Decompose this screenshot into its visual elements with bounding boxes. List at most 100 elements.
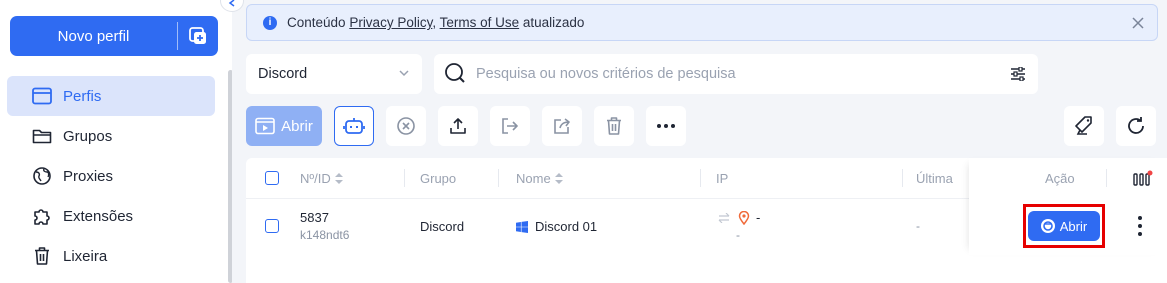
sidebar-nav: Perfis Grupos Proxies Extensões Lixeira xyxy=(7,76,215,276)
row-number: 5837 xyxy=(300,210,329,225)
close-profiles-button[interactable] xyxy=(386,106,426,146)
browser-logo-icon xyxy=(1040,219,1055,233)
row-ip-value: - xyxy=(756,210,761,225)
upload-button[interactable] xyxy=(438,106,478,146)
new-profile-button[interactable]: Novo perfil xyxy=(10,16,177,56)
close-icon[interactable] xyxy=(1129,14,1147,32)
search-bar xyxy=(434,54,1038,94)
sort-icon xyxy=(554,172,563,184)
search-icon xyxy=(444,62,466,87)
header-group-label: Grupo xyxy=(420,170,457,186)
windows-icon xyxy=(516,220,528,233)
row-name-label: Discord 01 xyxy=(535,219,598,234)
folder-icon xyxy=(31,125,53,147)
sidebar-item-perfis[interactable]: Perfis xyxy=(7,76,215,116)
notice-comma: , xyxy=(432,15,440,30)
row-last-opened: - xyxy=(916,219,920,233)
header-name[interactable]: Nome xyxy=(516,158,563,198)
add-square-icon xyxy=(189,27,206,44)
trash-icon xyxy=(31,245,53,267)
sidebar-item-label: Extensões xyxy=(63,207,134,225)
row-checkbox[interactable] xyxy=(265,219,279,233)
sidebar-item-label: Lixeira xyxy=(63,247,108,265)
header-action: Ação xyxy=(1045,158,1075,198)
column-divider xyxy=(1106,169,1107,187)
move-in-icon xyxy=(502,118,518,134)
tags-button[interactable] xyxy=(1064,106,1104,146)
move-to-group-button[interactable] xyxy=(490,106,530,146)
automation-robot-button[interactable] xyxy=(334,106,374,146)
terms-of-use-link[interactable]: Terms of Use xyxy=(440,15,520,30)
share-icon xyxy=(554,118,570,134)
header-action-label: Ação xyxy=(1045,170,1075,186)
delete-button[interactable] xyxy=(594,106,634,146)
sidebar-item-lixeira[interactable]: Lixeira xyxy=(7,236,215,276)
open-profiles-button[interactable]: Abrir xyxy=(246,106,322,146)
row-ip-sub: - xyxy=(736,228,740,242)
refresh-button[interactable] xyxy=(1116,106,1156,146)
play-window-icon xyxy=(255,117,275,135)
sidebar-item-proxies[interactable]: Proxies xyxy=(7,156,215,196)
more-actions-button[interactable] xyxy=(646,106,686,146)
open-profile-label: Abrir xyxy=(1059,218,1088,234)
main-area: i Conteúdo Privacy Policy, Terms of Use … xyxy=(220,0,1167,283)
update-notice-banner: i Conteúdo Privacy Policy, Terms of Use … xyxy=(246,4,1158,41)
tag-icon xyxy=(1075,116,1092,135)
chevron-left-icon xyxy=(228,0,235,7)
header-id-label: Nº/ID xyxy=(300,170,331,186)
header-name-label: Nome xyxy=(516,170,551,186)
upload-icon xyxy=(450,118,466,134)
search-input[interactable] xyxy=(476,66,998,82)
trash-icon xyxy=(607,117,621,135)
column-divider xyxy=(404,169,405,187)
column-divider xyxy=(902,169,903,187)
action-column: Ação Abrir xyxy=(969,158,1167,255)
more-horizontal-icon xyxy=(657,124,675,128)
group-select-value: Discord xyxy=(258,66,308,82)
column-settings-icon[interactable] xyxy=(1133,170,1153,186)
refresh-icon xyxy=(1128,117,1144,134)
notice-suffix: atualizado xyxy=(519,15,585,30)
filter-settings-icon[interactable] xyxy=(998,54,1038,94)
new-profile-button-group: Novo perfil xyxy=(10,16,218,56)
open-profiles-label: Abrir xyxy=(281,117,313,135)
location-pin-icon xyxy=(738,210,750,225)
sort-icon xyxy=(334,172,343,184)
column-divider xyxy=(498,169,499,187)
sidebar: Novo perfil Perfis Grupos Proxies Extens… xyxy=(0,0,233,283)
sidebar-item-label: Perfis xyxy=(63,87,102,105)
notice-text: Conteúdo Privacy Policy, Terms of Use at… xyxy=(287,15,584,30)
column-divider xyxy=(700,169,701,187)
header-group: Grupo xyxy=(420,158,456,198)
select-all-checkbox[interactable] xyxy=(265,171,279,185)
open-profile-button[interactable]: Abrir xyxy=(1028,211,1100,241)
share-button[interactable] xyxy=(542,106,582,146)
puzzle-icon xyxy=(31,205,53,227)
row-more-icon[interactable] xyxy=(1135,216,1145,236)
header-id[interactable]: Nº/ID xyxy=(300,158,343,198)
group-select[interactable]: Discord xyxy=(246,54,422,94)
sidebar-item-label: Proxies xyxy=(63,167,114,185)
close-circle-icon xyxy=(397,117,415,135)
swap-icon xyxy=(718,212,730,223)
privacy-policy-link[interactable]: Privacy Policy xyxy=(349,15,432,30)
chevron-down-icon xyxy=(398,67,410,83)
header-last-label: Última xyxy=(916,170,953,186)
info-icon: i xyxy=(263,15,277,30)
profiles-table: Nº/ID Grupo Nome IP Última 5837 k148ndt6… xyxy=(246,158,1167,283)
row-group: Discord xyxy=(420,219,465,234)
sidebar-item-grupos[interactable]: Grupos xyxy=(7,116,215,156)
batch-add-button[interactable] xyxy=(178,16,218,56)
header-ip-label: IP xyxy=(716,170,729,186)
row-name[interactable]: Discord 01 xyxy=(516,219,597,234)
row-ip: - xyxy=(718,210,760,225)
window-icon xyxy=(31,85,53,107)
sidebar-item-extensoes[interactable]: Extensões xyxy=(7,196,215,236)
header-ip: IP xyxy=(716,158,728,198)
sidebar-item-label: Grupos xyxy=(63,127,113,145)
row-id: k148ndt6 xyxy=(300,228,350,242)
globe-icon xyxy=(31,165,53,187)
notice-prefix: Conteúdo xyxy=(287,15,350,30)
header-last: Última xyxy=(916,158,953,198)
robot-icon xyxy=(343,118,365,134)
